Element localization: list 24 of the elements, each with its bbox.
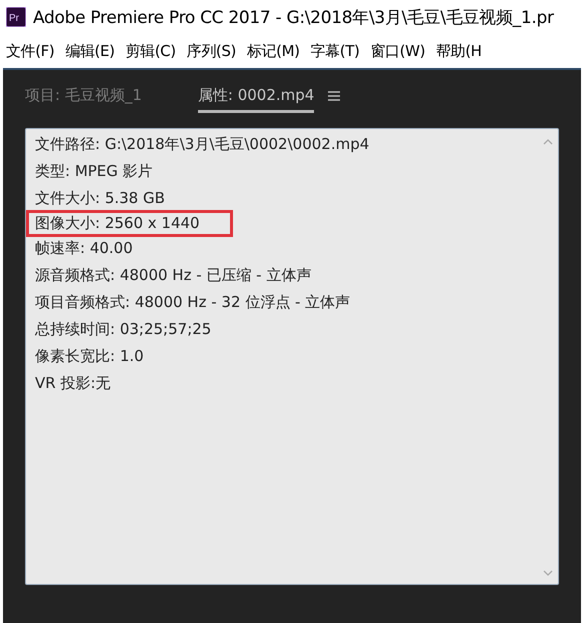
menu-icon[interactable] <box>328 91 340 101</box>
property-line: 总持续时间: 03;25;57;25 <box>34 319 212 340</box>
property-line: 文件路径: G:\2018年\3月\毛豆\0002\0002.mp4 <box>34 134 370 155</box>
scroll-up-icon[interactable] <box>543 139 553 145</box>
property-line: 项目音频格式: 48000 Hz - 32 位浮点 - 立体声 <box>34 292 352 313</box>
panel-tab[interactable]: 项目: 毛豆视频_1 <box>25 80 142 112</box>
scroll-down-icon[interactable] <box>543 570 553 576</box>
menu-item[interactable]: 序列(S) <box>186 42 236 60</box>
app-logo-icon: Pr <box>6 7 26 27</box>
panel-tab[interactable]: 属性: 0002.mp4 <box>198 80 314 112</box>
property-line: 源音频格式: 48000 Hz - 已压缩 - 立体声 <box>34 265 312 286</box>
window-title: Adobe Premiere Pro CC 2017 - G:\2018年\3月\毛豆\毛豆视频_1.pr <box>33 6 554 28</box>
property-line: 文件大小: 5.38 GB <box>34 188 166 209</box>
menu-item[interactable]: 窗口(W) <box>370 42 426 60</box>
menu-item[interactable]: 编辑(E) <box>65 42 115 60</box>
menu-item[interactable]: 标记(M) <box>246 42 300 60</box>
property-line: 像素长宽比: 1.0 <box>34 346 145 367</box>
menu-item[interactable]: 帮助(H <box>436 42 482 60</box>
menu-item[interactable]: 文件(F) <box>6 42 54 60</box>
menu-item[interactable]: 字幕(T) <box>310 42 360 60</box>
property-line: VR 投影:无 <box>34 373 112 394</box>
property-line: 类型: MPEG 影片 <box>34 161 154 182</box>
menu-item[interactable]: 剪辑(C) <box>126 42 176 60</box>
property-line: 帧速率: 40.00 <box>34 238 134 259</box>
